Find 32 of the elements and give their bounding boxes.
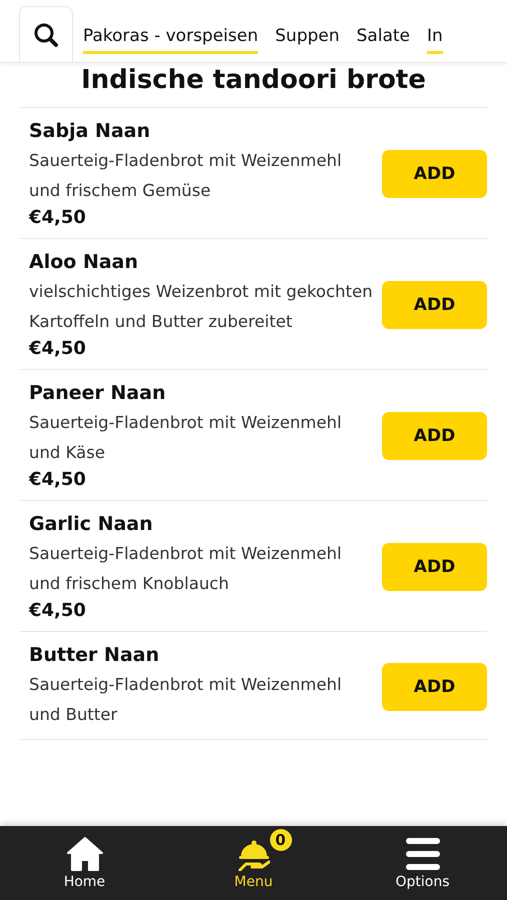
dish-price: €4,50 [29, 600, 87, 621]
dish-name: Paneer Naan [29, 382, 167, 404]
nav-button[interactable]: 0 Menu [169, 826, 338, 900]
home-icon [66, 836, 102, 870]
category-tab[interactable]: Salate [356, 20, 410, 54]
add-button[interactable]: ADD [382, 281, 487, 329]
dish-name: Garlic Naan [29, 513, 154, 535]
nav-button[interactable]: Options [338, 826, 507, 900]
dish-price: €4,50 [29, 469, 87, 490]
dish-description: Sauerteig-Fladenbrot mit Weizenmehl und frischem Gemüse [29, 150, 343, 202]
add-button[interactable]: ADD [382, 412, 487, 460]
dish-name: Sabja Naan [29, 120, 152, 142]
dish-price: €4,50 [29, 207, 87, 228]
cart-count-badge: 0 [270, 828, 292, 850]
dish-description: Sauerteig-Fladenbrot mit Weizenmehl und Käse [29, 412, 343, 464]
search-icon [33, 22, 59, 48]
category-tab[interactable]: Pakoras - vorspeisen [83, 20, 258, 54]
nav-button[interactable]: Home [0, 826, 169, 900]
add-button[interactable]: ADD [382, 150, 487, 198]
search-button[interactable] [19, 6, 73, 62]
category-tab[interactable]: In [427, 20, 443, 54]
section-title: Indische tandoori brote [20, 65, 487, 108]
menu-icon [404, 836, 440, 870]
category-tab[interactable]: Suppen [275, 20, 340, 54]
dish-description: vielschichtiges Weizenbrot mit gekochten Kartoffeln und Butter zubereitet [29, 281, 374, 332]
dish-description: Sauerteig-Fladenbrot mit Weizenmehl und frischem Knoblauch [29, 543, 343, 594]
add-button[interactable]: ADD [382, 543, 487, 591]
dish-name: Butter Naan [29, 644, 160, 666]
dish-price: €4,50 [29, 338, 87, 359]
dish-description: Sauerteig-Fladenbrot mit Weizenmehl und Butter [29, 674, 343, 726]
dish-name: Aloo Naan [29, 251, 140, 273]
add-button[interactable]: ADD [382, 662, 487, 710]
